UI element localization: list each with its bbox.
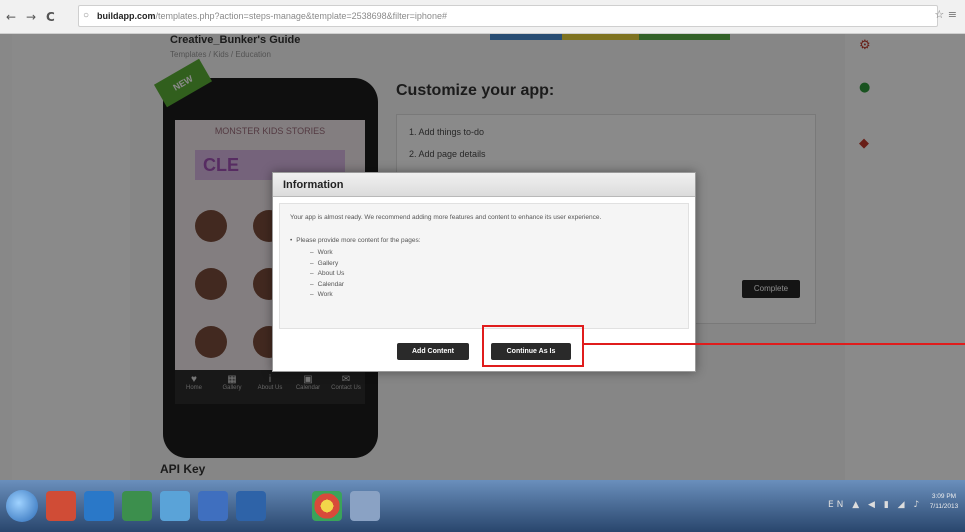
app-icon[interactable] — [46, 491, 76, 521]
windows-start-icon[interactable] — [6, 490, 38, 522]
star-icon[interactable]: ☆ — [934, 8, 944, 21]
app-icon[interactable] — [122, 491, 152, 521]
list-item: Work — [310, 248, 344, 259]
app-icon[interactable] — [236, 491, 266, 521]
chrome-icon[interactable] — [312, 491, 342, 521]
clock[interactable]: 3:09 PM 7/11/2013 — [928, 492, 960, 512]
clock-time: 3:09 PM — [931, 493, 957, 500]
browser-toolbar: ← → C ○ buildapp.com/templates.php?actio… — [0, 0, 965, 34]
highlight-pointer-line — [584, 343, 965, 345]
menu-icon[interactable]: ≡ — [948, 8, 957, 21]
back-icon[interactable]: ← — [6, 10, 16, 24]
list-item: Work — [310, 290, 344, 301]
dialog-title: Information — [273, 173, 695, 197]
list-item: About Us — [310, 269, 345, 280]
dialog-body: Your app is almost ready. We recommend a… — [279, 203, 689, 329]
browser-actions: ☆ ≡ — [934, 8, 957, 21]
missing-pages-list: Work Gallery About Us Calendar Work — [310, 248, 345, 301]
url-path: /templates.php?action=steps-manage&templ… — [155, 11, 447, 21]
address-bar[interactable]: ○ buildapp.com/templates.php?action=step… — [78, 5, 938, 27]
url-domain: buildapp.com — [97, 11, 156, 21]
dialog-message: Your app is almost ready. We recommend a… — [290, 214, 602, 221]
app-icon[interactable] — [84, 491, 114, 521]
list-item: Calendar — [310, 280, 344, 291]
app-icon[interactable] — [160, 491, 190, 521]
taskbar: EN ▲ ◀ ▮ ◢ ♪ 3:09 PM 7/11/2013 — [0, 480, 965, 532]
clock-date: 7/11/2013 — [929, 503, 959, 510]
forward-icon[interactable]: → — [26, 10, 36, 24]
page-icon: ○ — [83, 10, 90, 21]
system-tray[interactable]: EN ▲ ◀ ▮ ◢ ♪ — [828, 500, 922, 510]
list-item: Gallery — [310, 259, 344, 270]
app-icon[interactable] — [198, 491, 228, 521]
add-content-button[interactable]: Add Content — [397, 343, 469, 360]
dialog-note: Please provide more content for the page… — [290, 237, 420, 244]
reload-icon[interactable]: C — [46, 10, 55, 24]
highlight-box — [482, 325, 584, 367]
app-icon[interactable] — [350, 491, 380, 521]
